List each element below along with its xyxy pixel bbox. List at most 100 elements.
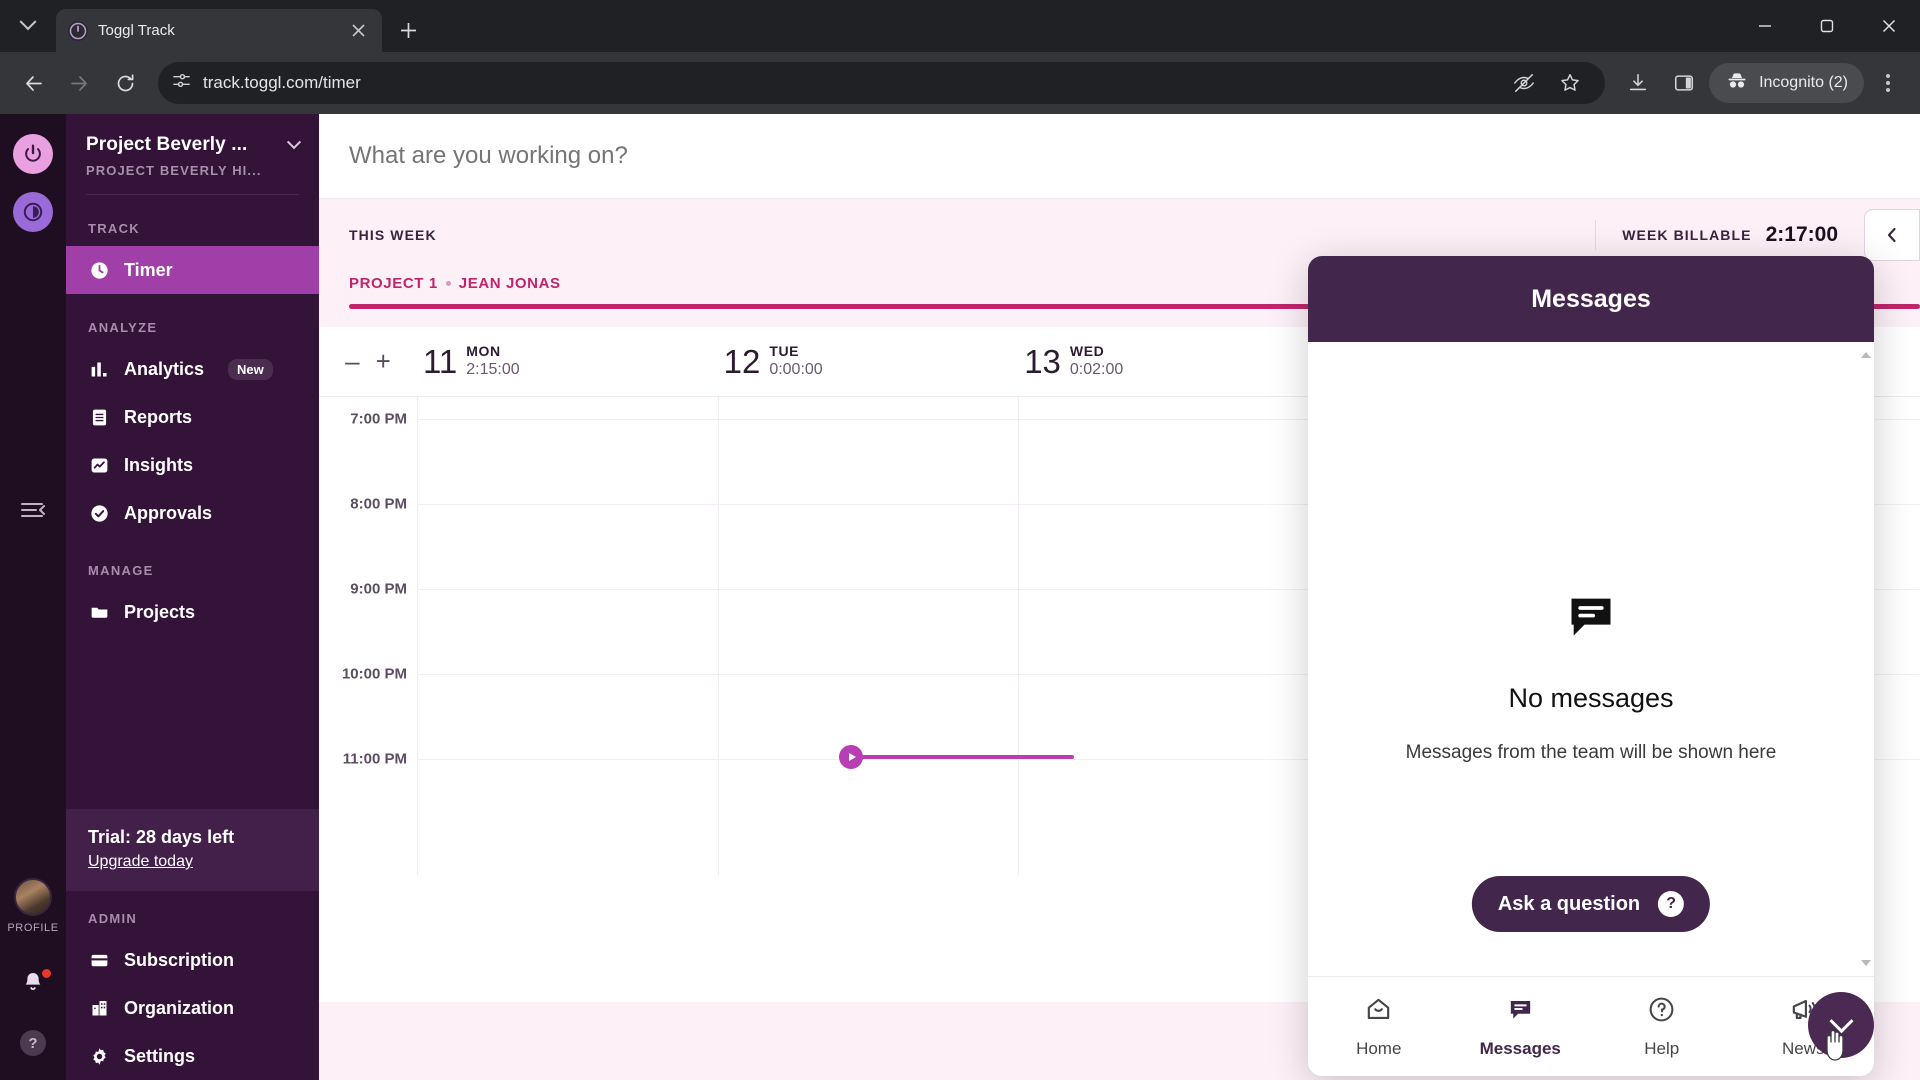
sidebar-item-timer[interactable]: Timer — [66, 246, 319, 294]
new-tab-button[interactable] — [388, 10, 428, 50]
project-name: PROJECT 1 — [349, 275, 438, 292]
power-icon[interactable] — [13, 134, 53, 174]
tab-strip: Toggl Track — [0, 0, 1920, 52]
chevron-down-icon — [1829, 1009, 1853, 1033]
prev-week-button[interactable] — [1864, 209, 1920, 261]
day-number: 11 — [423, 343, 457, 381]
day-header[interactable]: 13 WED 0:02:00 — [1018, 327, 1319, 397]
reload-icon[interactable] — [104, 62, 146, 104]
nav-label: Home — [1356, 1039, 1401, 1059]
sidebar-item-reports[interactable]: Reports — [66, 393, 319, 441]
day-header[interactable]: 11 MON 2:15:00 — [417, 327, 718, 397]
day-duration: 2:15:00 — [466, 360, 519, 380]
sidebar-item-settings[interactable]: Settings — [66, 1032, 319, 1080]
day-duration: 0:00:00 — [769, 360, 822, 380]
credit-card-icon — [88, 949, 110, 971]
time-label: 10:00 PM — [342, 666, 407, 683]
document-list-icon — [88, 406, 110, 428]
browser-tab[interactable]: Toggl Track — [56, 9, 382, 52]
download-icon[interactable] — [1617, 62, 1659, 104]
tab-search-button[interactable] — [0, 0, 56, 52]
zoom-out-button[interactable]: – — [345, 346, 359, 377]
scroll-up-arrow[interactable] — [1861, 352, 1871, 358]
timer-description-input[interactable] — [349, 142, 1890, 170]
sidebar-item-subscription[interactable]: Subscription — [66, 936, 319, 984]
workspace-switcher[interactable]: Project Beverly ... PROJECT BEVERLY HI..… — [66, 114, 319, 192]
close-icon[interactable] — [346, 19, 370, 43]
day-meta: TUE 0:00:00 — [769, 343, 822, 381]
star-icon[interactable] — [1549, 62, 1591, 104]
empty-title: No messages — [1308, 683, 1874, 714]
nav-help[interactable]: Help — [1591, 977, 1733, 1076]
sidebar-item-projects[interactable]: Projects — [66, 588, 319, 636]
side-panel-icon[interactable] — [1663, 62, 1705, 104]
day-header[interactable]: 12 TUE 0:00:00 — [718, 327, 1019, 397]
week-billable: WEEK BILLABLE 2:17:00 — [1596, 223, 1864, 247]
toggl-clock-icon[interactable] — [13, 192, 53, 232]
week-billable-label: WEEK BILLABLE — [1622, 227, 1751, 243]
scroll-down-arrow[interactable] — [1861, 960, 1871, 966]
chevron-down-icon[interactable] — [287, 135, 301, 149]
zoom-in-button[interactable]: + — [376, 346, 391, 377]
minimize-icon[interactable] — [1734, 0, 1796, 52]
trial-text: Trial: 28 days left — [88, 827, 297, 848]
grid-day-column[interactable] — [718, 397, 1019, 875]
sidebar-item-label: Approvals — [124, 503, 212, 524]
project-user: JEAN JONAS — [459, 275, 561, 292]
status-badge: New — [228, 359, 273, 380]
sidebar-item-label: Analytics — [124, 359, 204, 380]
day-weekday: MON — [466, 343, 519, 361]
eye-off-icon[interactable] — [1503, 62, 1545, 104]
sidebar-item-approvals[interactable]: Approvals — [66, 489, 319, 537]
browser-window: Toggl Track track.toggl.com/t — [0, 0, 1920, 1080]
messages-body: No messages Messages from the team will … — [1308, 342, 1874, 976]
kebab-menu-icon[interactable] — [1868, 62, 1908, 104]
sidebar-item-label: Organization — [124, 998, 234, 1019]
play-circle-icon[interactable] — [839, 745, 863, 769]
workspace-subtitle: PROJECT BEVERLY HI... — [86, 163, 303, 178]
sidebar-section-track: TRACK — [66, 195, 319, 246]
folder-icon — [88, 601, 110, 623]
ask-button-label: Ask a question — [1498, 893, 1640, 916]
sidebar-section-manage: MANAGE — [66, 537, 319, 588]
day-number: 12 — [724, 343, 761, 381]
app-sidebar: Project Beverly ... PROJECT BEVERLY HI..… — [66, 114, 319, 1080]
url-text: track.toggl.com/timer — [203, 73, 361, 93]
grid-day-column[interactable] — [1018, 397, 1319, 875]
messages-header: Messages — [1308, 256, 1874, 342]
toggl-app: PROFILE ? Project Beverly ... PROJECT BE… — [0, 114, 1920, 1080]
nav-messages[interactable]: Messages — [1450, 977, 1592, 1076]
window-controls — [1734, 0, 1920, 52]
bell-icon[interactable] — [0, 970, 66, 994]
nav-label: Help — [1644, 1039, 1679, 1059]
time-axis: 7:00 PM 8:00 PM 9:00 PM 10:00 PM 11:00 P… — [319, 397, 417, 875]
upgrade-link[interactable]: Upgrade today — [88, 853, 193, 871]
collapse-sidebar-icon[interactable] — [0, 499, 66, 521]
sidebar-item-label: Insights — [124, 455, 193, 476]
this-week-label: THIS WEEK — [349, 227, 437, 243]
close-messages-widget-button[interactable] — [1808, 992, 1874, 1058]
notification-badge — [41, 968, 52, 979]
grid-day-column[interactable] — [417, 397, 718, 875]
calendar-zoom-controls: – + — [319, 346, 417, 377]
sidebar-item-organization[interactable]: Organization — [66, 984, 319, 1032]
rail-bottom-group: PROFILE ? — [0, 878, 66, 1056]
sidebar-item-analytics[interactable]: Analytics New — [66, 345, 319, 393]
question-circle-icon: ? — [1658, 891, 1684, 917]
address-bar[interactable]: track.toggl.com/timer — [158, 62, 1605, 104]
timer-entry-bar[interactable] — [319, 114, 1920, 199]
sidebar-item-insights[interactable]: Insights — [66, 441, 319, 489]
chevron-left-icon — [1885, 226, 1899, 244]
nav-home[interactable]: Home — [1308, 977, 1450, 1076]
forward-arrow-icon — [58, 62, 100, 104]
maximize-icon[interactable] — [1796, 0, 1858, 52]
day-duration: 0:02:00 — [1070, 360, 1123, 380]
close-window-icon[interactable] — [1858, 0, 1920, 52]
incognito-indicator[interactable]: Incognito (2) — [1709, 63, 1864, 103]
page-settings-icon[interactable] — [172, 71, 191, 95]
avatar[interactable] — [14, 878, 52, 916]
ask-a-question-button[interactable]: Ask a question ? — [1472, 876, 1710, 932]
help-circle-icon[interactable]: ? — [0, 1030, 66, 1056]
back-arrow-icon[interactable] — [12, 62, 54, 104]
messages-title: Messages — [1531, 285, 1651, 314]
